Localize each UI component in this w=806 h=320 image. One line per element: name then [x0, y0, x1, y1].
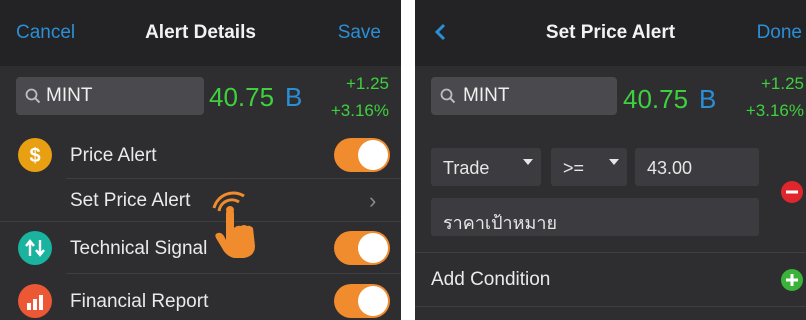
- divider: [66, 178, 401, 179]
- operator-dropdown[interactable]: >=: [551, 148, 627, 186]
- target-label-text: ราคาเป้าหมาย: [443, 213, 557, 233]
- symbol-search-field[interactable]: MINT: [16, 77, 204, 115]
- operator-value: >=: [563, 158, 585, 178]
- field-dropdown[interactable]: Trade: [431, 148, 541, 186]
- financial-report-label: Financial Report: [70, 291, 209, 312]
- price-alert-label: Price Alert: [70, 145, 157, 166]
- divider: [66, 273, 401, 274]
- caret-down-icon: [609, 159, 619, 165]
- last-price: 40.75: [623, 84, 689, 114]
- page-title: Set Price Alert: [545, 22, 676, 43]
- set-price-alert-screen: Set Price Alert Done MINT 40.75 B +1.25 …: [415, 0, 806, 320]
- remove-condition-icon[interactable]: [780, 180, 804, 204]
- last-price: 40.75: [209, 82, 275, 112]
- symbol-text: MINT: [46, 85, 93, 106]
- technical-signal-label: Technical Signal: [70, 238, 208, 259]
- technical-signal-toggle[interactable]: [334, 231, 390, 265]
- symbol-text: MINT: [463, 85, 510, 106]
- percent-change: +3.16%: [745, 101, 804, 120]
- divider: [415, 252, 806, 253]
- nav-bar: Set Price Alert Done: [415, 0, 806, 66]
- financial-report-toggle[interactable]: [334, 284, 390, 318]
- caret-down-icon: [523, 159, 533, 165]
- nav-bar: Cancel Alert Details Save: [0, 0, 401, 66]
- tap-hand-icon: [212, 191, 255, 258]
- market-indicator: B: [285, 82, 303, 112]
- divider: [0, 221, 401, 222]
- field-value: Trade: [443, 158, 490, 178]
- symbol-search-field[interactable]: MINT: [431, 77, 617, 115]
- arrows-icon: [18, 231, 52, 265]
- done-button[interactable]: Done: [757, 22, 802, 44]
- search-icon: [440, 88, 456, 104]
- toggle-knob: [358, 286, 388, 316]
- chevron-right-icon: ›: [369, 188, 377, 213]
- search-icon: [25, 88, 41, 104]
- add-condition-label: Add Condition: [431, 269, 551, 290]
- toggle-knob: [358, 140, 388, 170]
- svg-text:$: $: [29, 145, 40, 167]
- add-condition-icon[interactable]: [780, 268, 804, 292]
- save-button[interactable]: Save: [338, 22, 381, 44]
- dollar-icon: $: [18, 138, 52, 172]
- price-change: +1.25: [760, 74, 804, 93]
- toggle-knob: [358, 233, 388, 263]
- price-value: 43.00: [647, 158, 693, 178]
- set-price-alert-label: Set Price Alert: [70, 190, 191, 211]
- percent-change: +3.16%: [330, 101, 389, 120]
- alert-details-screen: Cancel Alert Details Save MINT 40.75 B +…: [0, 0, 401, 320]
- target-label-input[interactable]: ราคาเป้าหมาย: [431, 198, 759, 236]
- price-change: +1.25: [345, 74, 389, 93]
- market-indicator: B: [699, 84, 717, 114]
- price-alert-toggle[interactable]: [334, 138, 390, 172]
- chart-icon: [18, 284, 52, 318]
- price-value-input[interactable]: 43.00: [635, 148, 759, 186]
- divider: [415, 306, 806, 307]
